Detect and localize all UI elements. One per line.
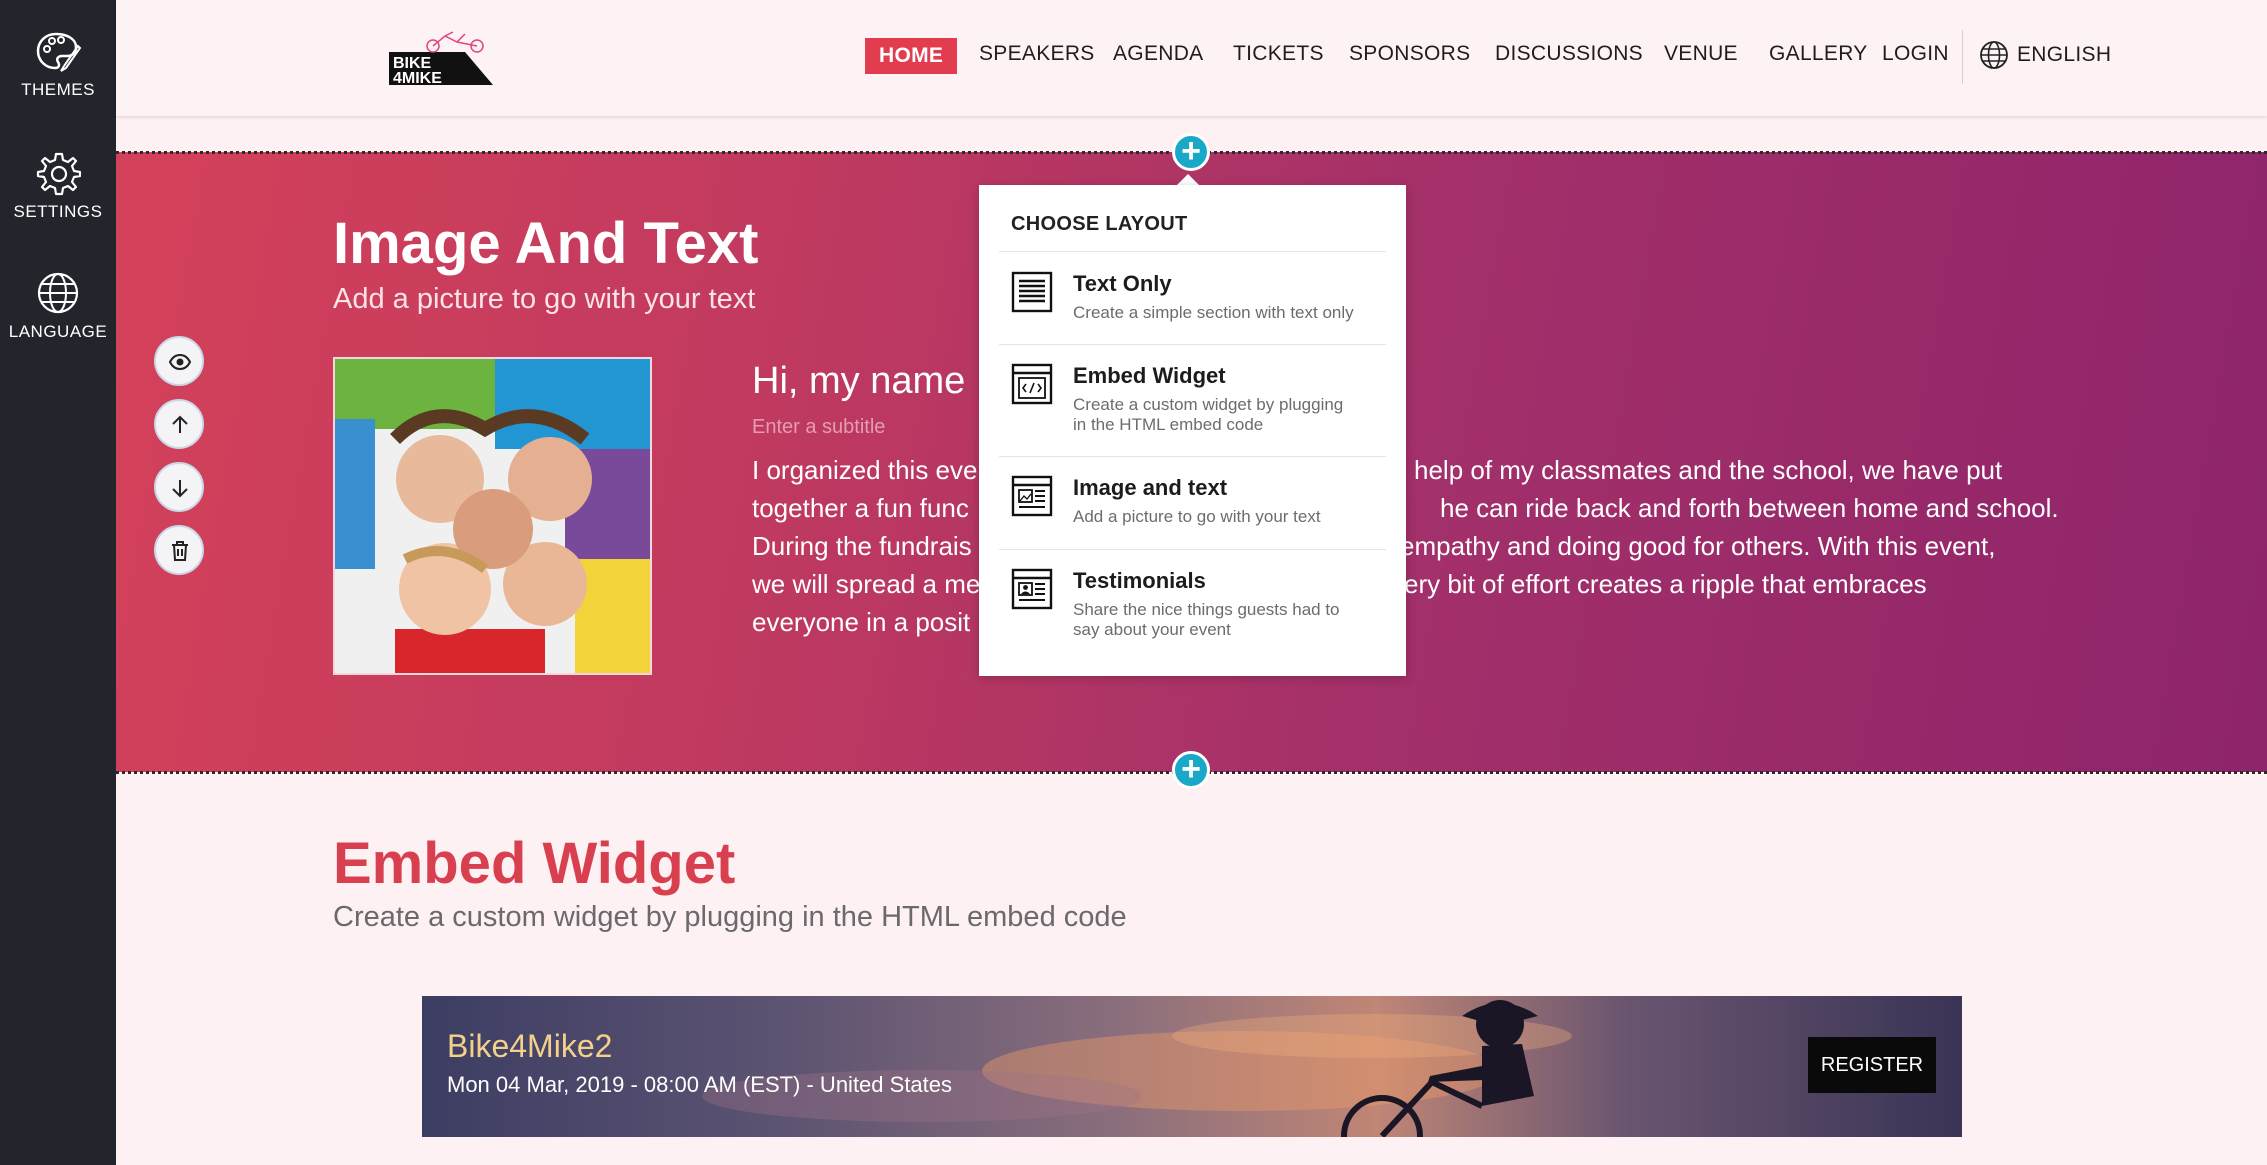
layout-option-testimonials[interactable]: Testimonials Share the nice things guest… — [999, 568, 1386, 658]
section-subtitle[interactable]: Add a picture to go with your text — [333, 283, 755, 316]
option-description: in the HTML embed code — [1073, 415, 1264, 434]
divider — [999, 344, 1386, 345]
nav-sponsors[interactable]: SPONSORS — [1349, 42, 1470, 66]
logo-text-bottom: 4MIKE — [393, 70, 442, 87]
move-up-button[interactable] — [154, 399, 204, 449]
option-description: Create a custom widget by plugging — [1073, 395, 1344, 414]
option-title: Embed Widget — [1073, 363, 1226, 388]
event-banner: Bike4Mike2 Mon 04 Mar, 2019 - 08:00 AM (… — [422, 996, 1962, 1137]
nav-home[interactable]: HOME — [865, 38, 958, 74]
section-title[interactable]: Image And Text — [333, 210, 758, 277]
nav-agenda[interactable]: AGENDA — [1113, 42, 1204, 66]
body-text-line-continued[interactable]: empathy and doing good for others. With … — [1400, 531, 1995, 562]
globe-icon — [1980, 41, 2008, 69]
divider — [999, 251, 1386, 252]
body-text-line-continued[interactable]: ery bit of effort creates a ripple that … — [1404, 569, 1927, 600]
nav-login[interactable]: LOGIN — [1882, 42, 1949, 66]
palette-icon — [36, 32, 82, 72]
nav-discussions[interactable]: DISCUSSIONS — [1495, 42, 1643, 66]
option-description: say about your event — [1073, 620, 1231, 639]
option-title: Testimonials — [1073, 568, 1206, 593]
left-rail: THEMES SETTINGS LANGUAGE — [0, 0, 116, 1165]
popup-title: CHOOSE LAYOUT — [1011, 213, 1188, 235]
themes-button[interactable]: THEMES — [0, 30, 116, 100]
subtitle-placeholder[interactable]: Enter a subtitle — [752, 416, 885, 439]
move-down-button[interactable] — [154, 462, 204, 512]
trash-icon — [172, 541, 188, 561]
plus-icon: + — [1181, 750, 1201, 788]
layout-option-text-only[interactable]: Text Only Create a simple section with t… — [999, 271, 1386, 343]
language-label: LANGUAGE — [8, 322, 108, 341]
settings-button[interactable]: SETTINGS — [0, 150, 116, 222]
body-text-line-continued[interactable]: help of my classmates and the school, we… — [1414, 455, 2002, 486]
body-text-line-continued[interactable]: he can ride back and forth between home … — [1440, 493, 2059, 524]
nav-tickets[interactable]: TICKETS — [1233, 42, 1324, 66]
option-title: Text Only — [1073, 271, 1172, 296]
toggle-visibility-button[interactable] — [154, 336, 204, 386]
plus-icon: + — [1181, 132, 1201, 170]
add-section-button-top[interactable]: + — [1172, 133, 1210, 171]
option-description: Add a picture to go with your text — [1073, 507, 1321, 526]
embed-section-title[interactable]: Embed Widget — [333, 830, 735, 897]
arrow-up-icon — [172, 415, 188, 433]
themes-label: THEMES — [21, 80, 95, 99]
choose-layout-popup: CHOOSE LAYOUT Text Only Create a simple … — [979, 185, 1406, 676]
arrow-down-icon — [172, 480, 188, 498]
body-text-line[interactable]: together a fun func — [752, 493, 969, 524]
nav-gallery[interactable]: GALLERY — [1769, 42, 1868, 66]
nav-speakers[interactable]: SPEAKERS — [979, 42, 1095, 66]
language-button[interactable]: LANGUAGE — [0, 270, 116, 342]
event-date: Mon 04 Mar, 2019 - 08:00 AM (EST) - Unit… — [447, 1072, 953, 1097]
embed-section-subtitle[interactable]: Create a custom widget by plugging in th… — [333, 901, 1127, 934]
nav-divider — [1962, 30, 1963, 84]
section-photo[interactable] — [333, 357, 652, 675]
register-button[interactable]: REGISTER — [1808, 1037, 1936, 1093]
settings-label: SETTINGS — [13, 202, 103, 221]
gear-icon — [36, 152, 81, 196]
option-description: Create a simple section with text only — [1073, 303, 1354, 322]
image-text-layout-icon — [1011, 475, 1053, 517]
text-layout-icon — [1011, 271, 1053, 313]
layout-option-embed-widget[interactable]: Embed Widget Create a custom widget by p… — [999, 363, 1386, 453]
content-heading[interactable]: Hi, my name — [752, 360, 965, 403]
layout-option-image-and-text[interactable]: Image and text Add a picture to go with … — [999, 475, 1386, 547]
delete-section-button[interactable] — [154, 525, 204, 575]
top-nav: BIKE 4MIKE HOME SPEAKERS AGENDA TICKETS … — [116, 0, 2267, 116]
nav-venue[interactable]: VENUE — [1664, 42, 1738, 66]
banner-background — [702, 1000, 1572, 1137]
divider — [999, 549, 1386, 550]
option-title: Image and text — [1073, 475, 1228, 500]
body-text-line[interactable]: I organized this eve — [752, 455, 977, 486]
language-selector[interactable]: ENGLISH — [1979, 40, 2111, 70]
body-text-line[interactable]: we will spread a me — [752, 569, 980, 600]
body-text-line[interactable]: During the fundrais — [752, 531, 972, 562]
option-description: Share the nice things guests had to — [1073, 600, 1340, 619]
bike4mike-logo[interactable]: BIKE 4MIKE — [385, 30, 497, 90]
event-name: Bike4Mike2 — [447, 1028, 613, 1064]
eye-icon — [168, 353, 192, 371]
embed-code-icon — [1011, 363, 1053, 405]
divider — [999, 456, 1386, 457]
body-text-line[interactable]: everyone in a posit — [752, 607, 970, 638]
globe-icon — [37, 272, 79, 314]
add-section-button-bottom[interactable]: + — [1172, 751, 1210, 789]
testimonials-layout-icon — [1011, 568, 1053, 610]
language-label: ENGLISH — [2017, 43, 2112, 66]
